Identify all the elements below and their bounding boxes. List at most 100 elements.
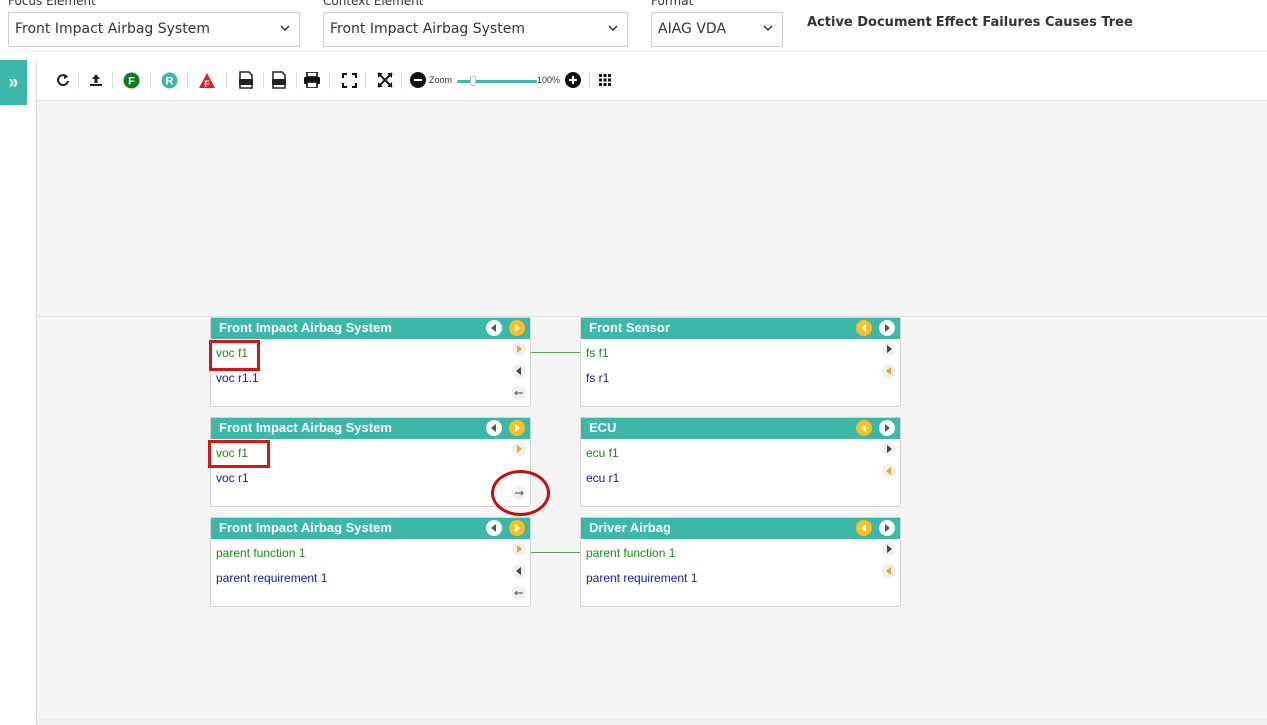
caret-right-icon — [885, 524, 890, 532]
fit-screen-button[interactable] — [341, 70, 357, 90]
function-button[interactable]: F — [123, 70, 140, 90]
row-collapse-button[interactable] — [512, 364, 526, 378]
zoom-slider[interactable] — [457, 80, 537, 83]
canvas-bottom-strip — [37, 719, 1267, 725]
zoom-slider-handle[interactable] — [470, 76, 476, 86]
requirement-row[interactable]: parent requirement 1 — [586, 571, 697, 585]
function-row[interactable]: fs f1 — [586, 346, 609, 360]
requirement-button[interactable]: R — [161, 70, 178, 90]
arrow-left-icon — [514, 590, 523, 596]
sidebar-expand-button[interactable]: » — [0, 60, 27, 105]
function-row[interactable]: parent function 1 — [216, 546, 305, 560]
failure-button[interactable]: F — [198, 70, 216, 90]
chevron-down-icon — [763, 25, 773, 32]
row-collapse-button[interactable] — [882, 364, 896, 378]
caret-right-icon — [885, 324, 890, 332]
connector-line — [531, 352, 581, 353]
node-header: Front Impact Airbag System — [211, 418, 530, 439]
node-right-3[interactable]: Driver Airbag parent function 1 parent r… — [580, 517, 901, 607]
double-chevron-right-icon: » — [8, 72, 19, 92]
row-expand-button[interactable] — [882, 542, 896, 556]
expand-icon — [376, 72, 393, 88]
node-right-2[interactable]: ECU ecu f1 ecu r1 — [580, 417, 901, 507]
collapse-left-button[interactable] — [486, 420, 502, 436]
zoom-label: Zoom — [429, 75, 453, 85]
row-expand-button[interactable] — [512, 442, 526, 456]
expand-left-button[interactable] — [856, 420, 872, 436]
collapse-right-button[interactable] — [879, 320, 895, 336]
caret-right-icon — [887, 545, 892, 553]
function-row[interactable]: parent function 1 — [586, 546, 675, 560]
collapse-left-button[interactable] — [486, 520, 502, 536]
row-expand-button[interactable] — [882, 442, 896, 456]
node-header: ECU — [581, 418, 900, 439]
highlight-circle — [491, 470, 550, 516]
focus-element-select[interactable]: Front Impact Airbag System — [8, 12, 300, 47]
diagram-canvas[interactable] — [37, 101, 1267, 719]
format-select[interactable]: AIAG VDA — [651, 12, 783, 47]
node-title: Front Sensor — [589, 320, 670, 335]
toolbar-separator — [187, 72, 188, 89]
focus-element-label: Focus Element — [8, 0, 96, 8]
toolbar-separator — [226, 72, 227, 89]
row-collapse-button[interactable] — [882, 464, 896, 478]
requirement-row[interactable]: parent requirement 1 — [216, 571, 327, 585]
row-back-button[interactable] — [512, 386, 526, 400]
expand-button[interactable] — [376, 70, 393, 90]
zoom-in-button[interactable] — [564, 70, 581, 90]
function-row[interactable]: ecu f1 — [586, 446, 619, 460]
connector-line — [531, 552, 581, 553]
requirement-row[interactable]: ecu r1 — [586, 471, 619, 485]
collapse-left-button[interactable] — [486, 320, 502, 336]
node-header: Driver Airbag — [581, 518, 900, 539]
caret-right-icon — [515, 524, 520, 532]
row-expand-button[interactable] — [512, 342, 526, 356]
context-element-select[interactable]: Front Impact Airbag System — [323, 12, 628, 47]
expand-right-button[interactable] — [509, 320, 525, 336]
node-left-3[interactable]: Front Impact Airbag System parent functi… — [210, 517, 531, 607]
zoom-out-button[interactable] — [409, 70, 426, 90]
row-expand-button[interactable] — [882, 342, 896, 356]
highlight-box — [208, 440, 270, 468]
active-document-label: Active Document — [807, 15, 932, 30]
grid-button[interactable] — [598, 70, 612, 90]
row-collapse-button[interactable] — [512, 564, 526, 578]
collapse-right-button[interactable] — [879, 520, 895, 536]
refresh-icon — [57, 74, 69, 87]
function-letter: F — [128, 75, 135, 87]
caret-left-icon — [516, 567, 521, 575]
export-png-button[interactable] — [270, 70, 288, 90]
diagram-toolbar: F R F Zoom 100% — [37, 60, 1267, 101]
fit-screen-icon — [341, 72, 357, 88]
row-expand-button[interactable] — [512, 542, 526, 556]
requirement-row[interactable]: fs r1 — [586, 371, 609, 385]
node-header: Front Impact Airbag System — [211, 518, 530, 539]
expand-right-button[interactable] — [509, 420, 525, 436]
caret-left-icon — [861, 524, 866, 532]
row-collapse-button[interactable] — [882, 564, 896, 578]
caret-right-icon — [517, 545, 522, 553]
export-svg-button[interactable] — [237, 70, 255, 90]
node-right-1[interactable]: Front Sensor fs f1 fs r1 — [580, 317, 901, 407]
context-element-value: Front Impact Airbag System — [330, 21, 525, 37]
svg-export-icon — [239, 71, 253, 89]
failure-icon: F — [199, 72, 215, 89]
requirement-row[interactable]: voc r1.1 — [216, 371, 259, 385]
png-export-icon — [272, 71, 286, 89]
expand-right-button[interactable] — [509, 520, 525, 536]
print-button[interactable] — [302, 70, 321, 90]
upload-button[interactable] — [88, 70, 104, 90]
collapse-right-button[interactable] — [879, 420, 895, 436]
caret-right-icon — [885, 424, 890, 432]
requirement-row[interactable]: voc r1 — [216, 471, 249, 485]
chevron-down-icon — [608, 25, 618, 32]
refresh-button[interactable] — [55, 70, 71, 90]
row-back-button[interactable] — [512, 586, 526, 600]
expand-left-button[interactable] — [856, 520, 872, 536]
toolbar-separator — [296, 72, 297, 89]
expand-left-button[interactable] — [856, 320, 872, 336]
caret-right-icon — [887, 345, 892, 353]
failure-letter: F — [204, 79, 210, 89]
focus-element-value: Front Impact Airbag System — [15, 21, 210, 37]
print-icon — [303, 72, 320, 88]
